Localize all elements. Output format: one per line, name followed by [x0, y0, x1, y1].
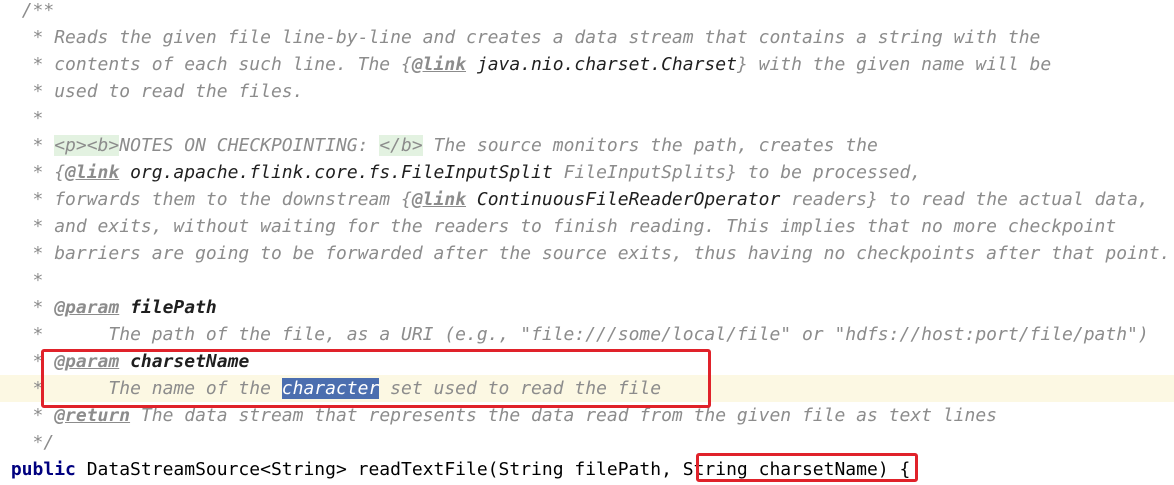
- code-line: * barriers are going to be forwarded aft…: [32, 243, 1171, 264]
- code-line: */: [32, 432, 55, 453]
- code-editor[interactable]: /** * Reads the given file line-by-line …: [0, 0, 1174, 485]
- code-line-current: * The name of the character set used to …: [0, 375, 1174, 402]
- code-line: * and exits, without waiting for the rea…: [32, 216, 1117, 237]
- code-line: * @param filePath: [32, 297, 217, 318]
- code-line: * {@link org.apache.flink.core.fs.FileIn…: [32, 162, 922, 183]
- javadoc-link-tag[interactable]: @link: [412, 54, 466, 75]
- charset-param-declaration[interactable]: String charsetName): [683, 459, 889, 480]
- code-line: * <p><b>NOTES ON CHECKPOINTING: </b> The…: [32, 135, 878, 156]
- code-line: * @return The data stream that represent…: [32, 405, 998, 426]
- code-line: *: [32, 108, 44, 129]
- param-tag[interactable]: @param: [54, 351, 119, 372]
- code-line: * Reads the given file line-by-line and …: [32, 27, 1041, 48]
- code-line: * @param charsetName: [32, 351, 250, 372]
- javadoc-link-tag[interactable]: @link: [412, 189, 466, 210]
- param-tag[interactable]: @param: [54, 297, 119, 318]
- code-line: * The path of the file, as a URI (e.g., …: [32, 324, 1149, 345]
- code-line: * used to read the files.: [32, 81, 304, 102]
- code-line: /**: [21, 0, 55, 21]
- code-line: *: [32, 270, 44, 291]
- selected-text[interactable]: character: [281, 378, 380, 399]
- method-signature-line: public DataStreamSource<String> readText…: [10, 459, 911, 480]
- code-line: * contents of each such line. The {@link…: [32, 54, 1052, 75]
- code-line: * forwards them to the downstream {@link…: [32, 189, 1149, 210]
- javadoc-link-tag[interactable]: @link: [65, 162, 119, 183]
- return-tag[interactable]: @return: [54, 405, 130, 426]
